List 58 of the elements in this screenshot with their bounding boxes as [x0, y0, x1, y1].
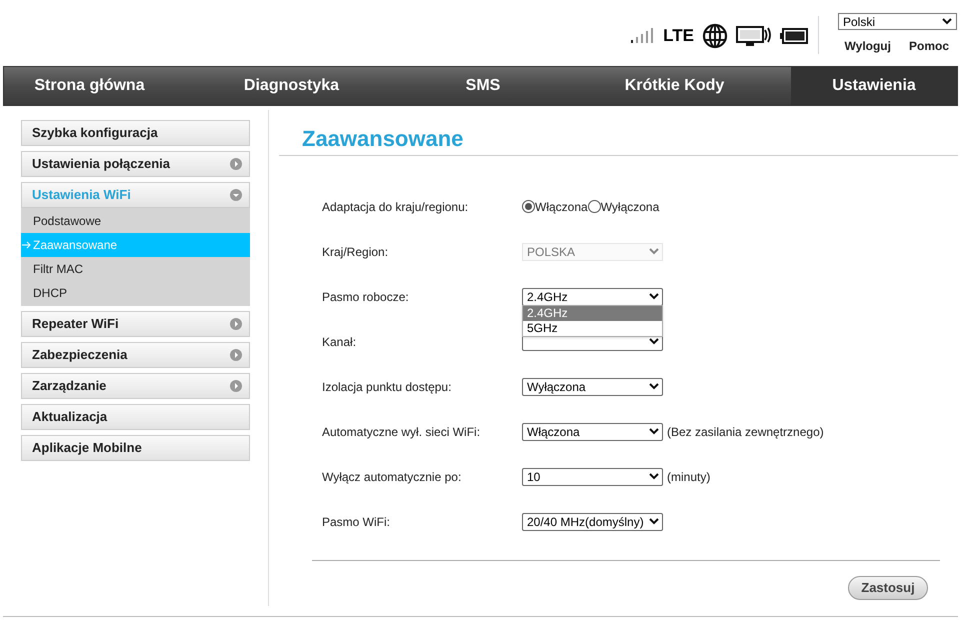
- submenu-item[interactable]: Podstawowe: [21, 209, 250, 233]
- chevron-icon: [649, 383, 659, 390]
- field-note: (minuty): [667, 468, 710, 486]
- submenu-item[interactable]: DHCP: [21, 281, 250, 305]
- dropdown-select[interactable]: 2.4GHz: [522, 288, 663, 306]
- sidebar-item[interactable]: Aktualizacja: [21, 404, 250, 430]
- expand-icon: [230, 380, 242, 392]
- network-type: LTE: [663, 25, 694, 48]
- dropdown-select[interactable]: Włączona: [522, 422, 663, 440]
- expand-icon: [230, 158, 242, 170]
- collapse-icon: [230, 189, 242, 201]
- sidebar-item[interactable]: Szybka konfiguracja: [21, 120, 250, 146]
- field-label: Pasmo robocze:: [322, 288, 410, 306]
- field-label: Izolacja punktu dostępu:: [322, 378, 452, 396]
- language-select[interactable]: Polski: [838, 13, 957, 30]
- sidebar-item[interactable]: Zabezpieczenia: [21, 342, 250, 368]
- chevron-icon: [649, 248, 659, 255]
- header-link[interactable]: Pomoc: [908, 37, 949, 55]
- field-note: (Bez zasilania zewnętrznego): [667, 424, 824, 440]
- field-label: Wyłącz automatycznie po:: [322, 468, 462, 486]
- header-link[interactable]: Wyloguj: [844, 37, 891, 55]
- nav-tab[interactable]: SMS: [408, 67, 558, 105]
- sidebar-item[interactable]: Repeater WiFi: [21, 311, 250, 337]
- chevron-icon: [649, 293, 659, 300]
- radio-option[interactable]: Włączona: [522, 198, 588, 216]
- arrow-icon: [22, 241, 32, 249]
- signal-icon: [631, 28, 656, 44]
- field-label: Adaptacja do kraju/regionu:: [322, 198, 470, 216]
- submenu-item[interactable]: Filtr MAC: [21, 257, 250, 281]
- chevron-icon: [649, 338, 659, 345]
- field-label: Kanał:: [322, 334, 358, 350]
- nav-tab[interactable]: Krótkie Kody: [558, 67, 791, 105]
- apply-button[interactable]: Zastosuj: [848, 576, 928, 600]
- dropdown-select[interactable]: Wyłączona: [522, 378, 663, 396]
- chevron-icon: [649, 428, 659, 435]
- chevron-icon: [942, 18, 952, 25]
- dropdown-option[interactable]: 2.4GHz: [523, 306, 662, 321]
- dropdown-select[interactable]: 10: [522, 468, 663, 486]
- wifi-router-icon: [736, 25, 772, 47]
- sidebar-item[interactable]: Aplikacje Mobilne: [21, 435, 250, 461]
- page-title: Zaawansowane: [279, 122, 958, 156]
- nav-tab[interactable]: Strona główna: [4, 67, 175, 105]
- nav-tab[interactable]: Ustawienia: [791, 67, 957, 105]
- field-label: Automatyczne wył. sieci WiFi:: [322, 424, 482, 440]
- expand-icon: [230, 318, 242, 330]
- chevron-icon: [649, 518, 659, 525]
- sidebar-item[interactable]: Ustawienia połączenia: [21, 151, 250, 177]
- radio-option[interactable]: Wyłączona: [588, 198, 660, 216]
- chevron-icon: [649, 473, 659, 480]
- nav-tab[interactable]: Diagnostyka: [175, 67, 408, 105]
- battery-icon: [780, 28, 808, 44]
- expand-icon: [230, 349, 242, 361]
- field-label: Pasmo WiFi:: [322, 514, 392, 530]
- globe-icon: [702, 23, 728, 49]
- field-label: Kraj/Region:: [322, 244, 390, 260]
- sidebar-item[interactable]: Zarządzanie: [21, 373, 250, 399]
- dropdown-select[interactable]: 20/40 MHz(domyślny): [522, 512, 663, 530]
- dropdown-option[interactable]: 5GHz: [523, 321, 662, 336]
